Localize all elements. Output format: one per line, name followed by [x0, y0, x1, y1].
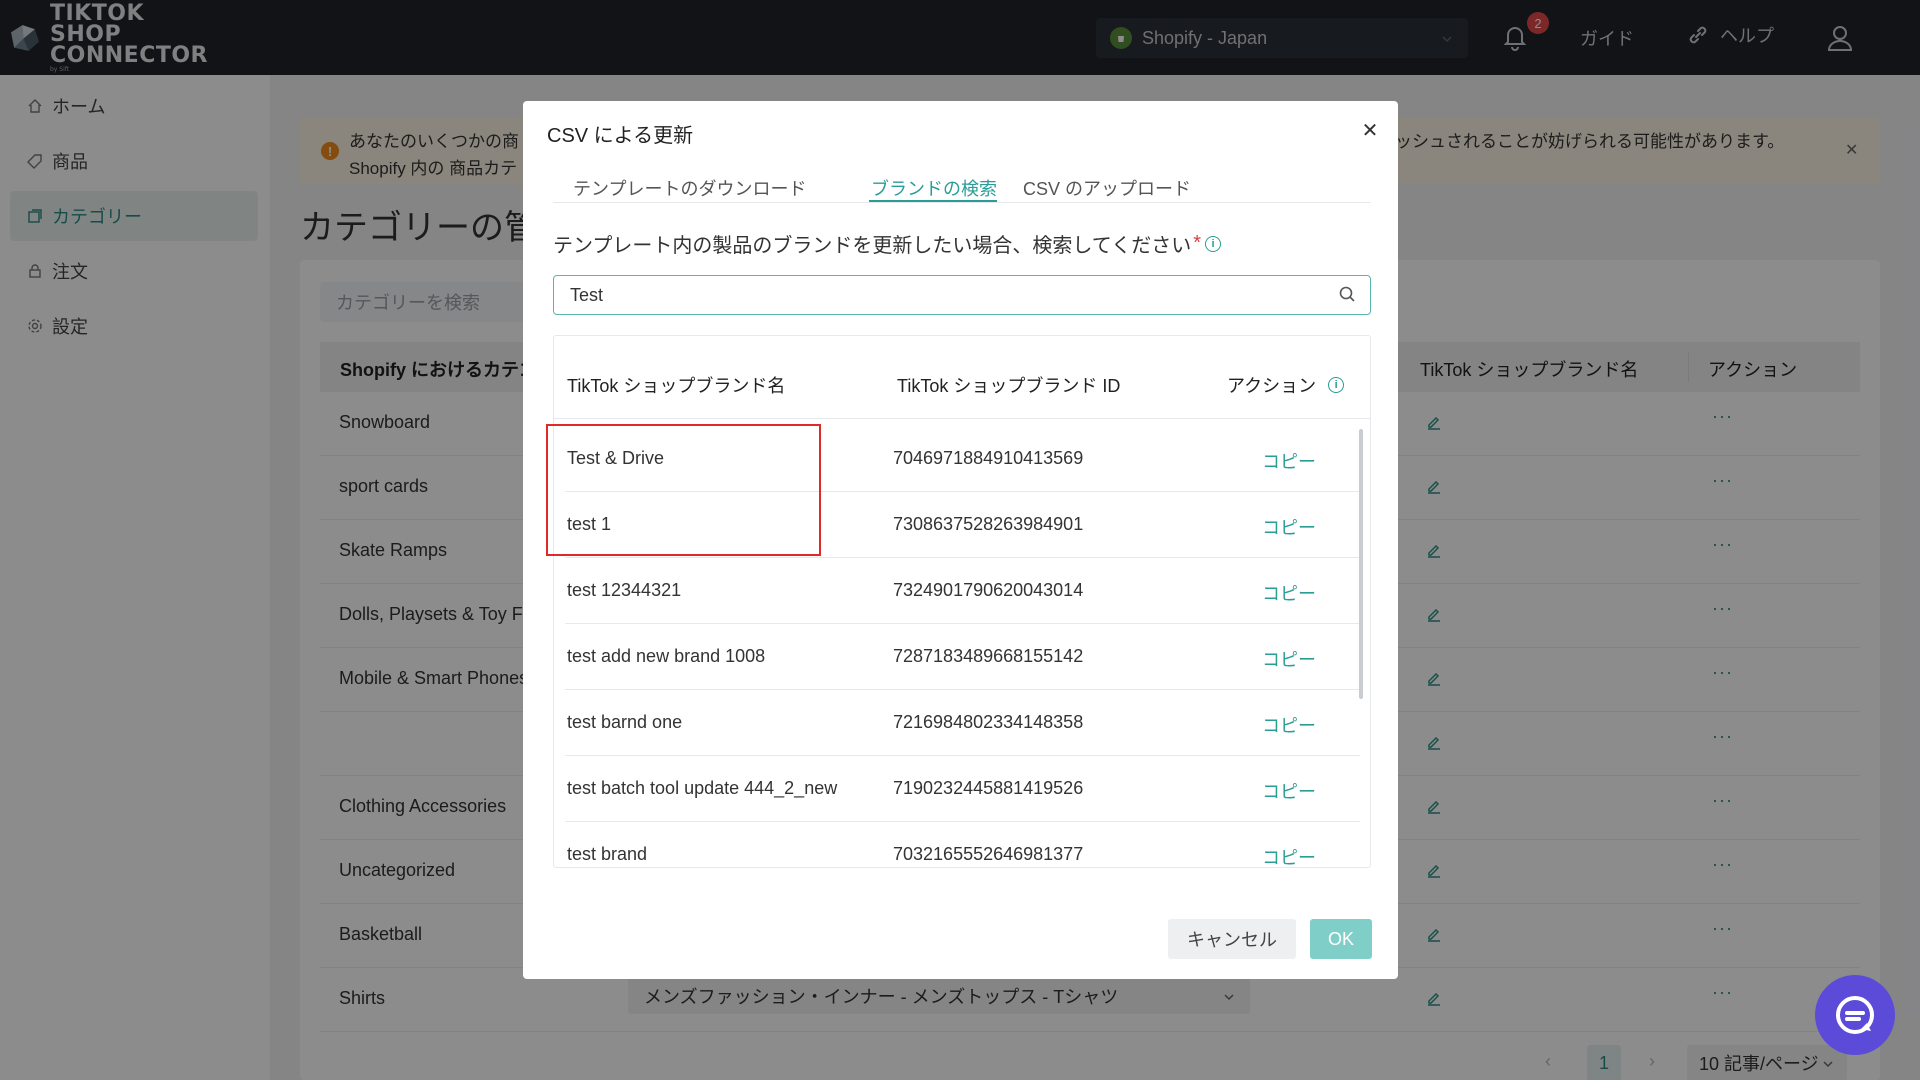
brand-id: 7287183489668155142 — [893, 646, 1084, 666]
column-header-action: アクション i — [1227, 372, 1345, 398]
copy-link[interactable]: コピー — [1262, 778, 1316, 804]
brand-id: 7190232445881419526 — [893, 778, 1084, 798]
brand-table-header: TikTok ショップブランド名 TikTok ショップブランド ID アクショ… — [554, 336, 1370, 419]
required-mark: * — [1193, 232, 1201, 254]
tab-template-download[interactable]: テンプレートのダウンロード — [573, 175, 806, 201]
column-header-brand-id: TikTok ショップブランド ID — [897, 376, 1121, 396]
brand-table: TikTok ショップブランド名 TikTok ショップブランド ID アクショ… — [553, 335, 1371, 868]
modal-tabs: テンプレートのダウンロード ブランドの検索 CSV のアップロード — [553, 151, 1371, 203]
brand-name: test barnd one — [567, 712, 683, 732]
brand-search-label-text: テンプレート内の製品のブランドを更新したい場合、検索してください — [553, 235, 1192, 257]
ok-button[interactable]: OK — [1310, 919, 1372, 959]
brand-table-scrollbar[interactable] — [1359, 429, 1363, 699]
brand-id: 7324901790620043014 — [893, 580, 1084, 600]
column-header-action-label: アクション — [1227, 376, 1317, 396]
brand-name: test add new brand 1008 — [567, 646, 766, 666]
table-row: test batch tool update 444_2_new 71902324… — [565, 756, 1360, 822]
table-row: test brand 7032165552646981377 コピー — [565, 822, 1360, 867]
table-row: test add new brand 1008 72871834896681551… — [565, 624, 1360, 690]
modal-title: CSV による更新 — [547, 125, 694, 147]
brand-search-label: テンプレート内の製品のブランドを更新したい場合、検索してください * i — [553, 229, 1221, 258]
chat-icon — [1836, 996, 1874, 1034]
cancel-button[interactable]: キャンセル — [1168, 919, 1296, 959]
info-icon[interactable]: i — [1328, 377, 1345, 393]
brand-name: test 12344321 — [567, 580, 682, 600]
info-icon[interactable]: i — [1205, 235, 1221, 252]
close-icon[interactable]: ✕ — [1359, 119, 1381, 142]
copy-link[interactable]: コピー — [1262, 646, 1316, 672]
chat-support-button[interactable] — [1815, 975, 1895, 1055]
column-header-brand-name: TikTok ショップブランド名 — [567, 376, 786, 396]
search-icon[interactable] — [1338, 285, 1358, 305]
copy-link[interactable]: コピー — [1262, 514, 1316, 540]
table-row: test 12344321 7324901790620043014 コピー — [565, 558, 1360, 624]
tab-csv-upload[interactable]: CSV のアップロード — [1023, 175, 1191, 201]
tab-active-indicator — [869, 200, 997, 202]
brand-id: 7032165552646981377 — [893, 844, 1084, 864]
copy-link[interactable]: コピー — [1262, 580, 1316, 606]
brand-id: 7216984802334148358 — [893, 712, 1084, 732]
brand-name: test brand — [567, 844, 648, 864]
annotation-highlight-box — [546, 424, 821, 556]
copy-link[interactable]: コピー — [1262, 712, 1316, 738]
tab-brand-search[interactable]: ブランドの検索 — [871, 175, 997, 201]
table-row: test barnd one 7216984802334148358 コピー — [565, 690, 1360, 756]
copy-link[interactable]: コピー — [1262, 448, 1316, 474]
copy-link[interactable]: コピー — [1262, 844, 1316, 867]
brand-id: 7308637528263984901 — [893, 514, 1084, 534]
brand-id: 7046971884910413569 — [893, 448, 1084, 468]
brand-name: test batch tool update 444_2_new — [567, 778, 838, 798]
brand-search-input[interactable] — [553, 275, 1371, 315]
